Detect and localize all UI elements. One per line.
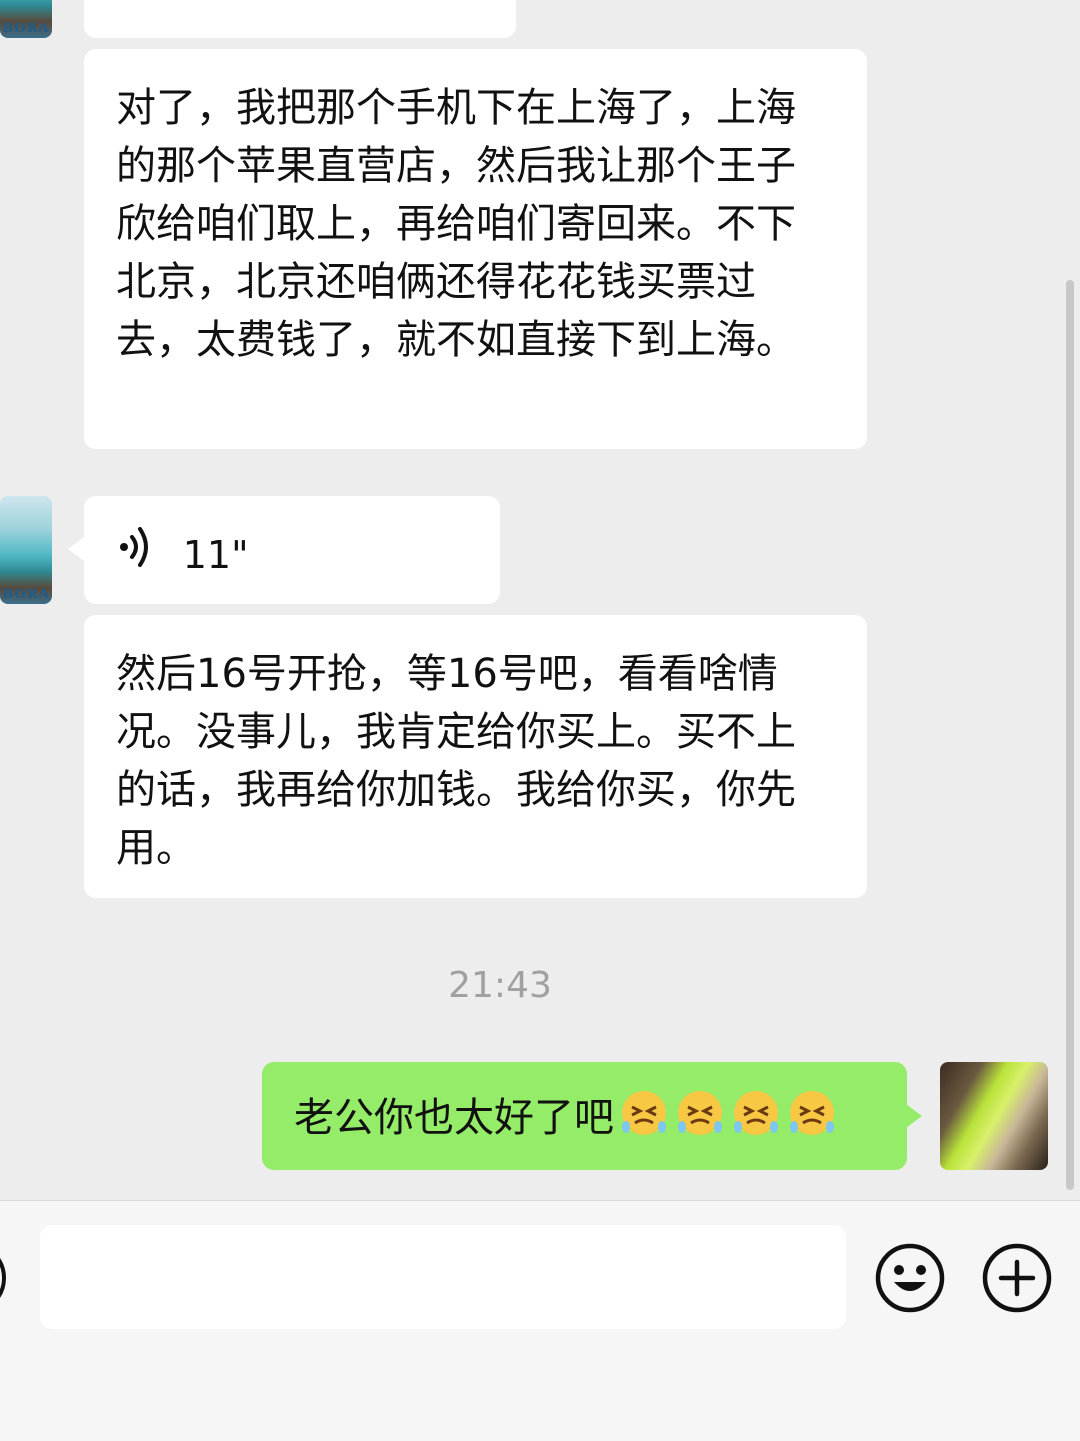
message-bubble-incoming[interactable]: 对了，我把那个手机下在上海了，上海的那个苹果直营店，然后我让那个王子欣给咱们取上… xyxy=(84,49,867,449)
input-bar xyxy=(0,1200,1080,1441)
avatar-label: BORA xyxy=(2,21,50,36)
message-bubble-partial[interactable] xyxy=(84,0,516,38)
voice-duration: 11" xyxy=(182,533,249,577)
message-timestamp: 21:43 xyxy=(448,965,552,1006)
bubble-tail xyxy=(68,537,84,561)
message-text: 然后16号开抢，等16号吧，看看啥情况。没事儿，我肯定给你买上。买不上的话，我再… xyxy=(116,651,796,871)
sweat-emoji-icon xyxy=(790,1091,834,1135)
message-bubble-outgoing[interactable]: 老公你也太好了吧 xyxy=(262,1062,907,1170)
contact-avatar[interactable]: BORA xyxy=(0,0,52,38)
scrollbar[interactable] xyxy=(1066,280,1074,1190)
sweat-emoji-icon xyxy=(622,1091,666,1135)
avatar-label: BORA xyxy=(2,587,50,602)
message-text: 老公你也太好了吧 xyxy=(294,1095,614,1141)
emoji-group xyxy=(614,1091,838,1141)
message-bubble-incoming[interactable]: 然后16号开抢，等16号吧，看看啥情况。没事儿，我肯定给你买上。买不上的话，我再… xyxy=(84,615,867,898)
sweat-emoji-icon xyxy=(678,1091,722,1135)
message-text: 对了，我把那个手机下在上海了，上海的那个苹果直营店，然后我让那个王子欣给咱们取上… xyxy=(116,85,796,363)
message-input[interactable] xyxy=(40,1225,846,1329)
contact-avatar[interactable]: BORA xyxy=(0,496,52,604)
plus-circle-icon[interactable] xyxy=(981,1242,1053,1314)
chat-area: BORA 对了，我把那个手机下在上海了，上海的那个苹果直营店，然后我让那个王子欣… xyxy=(0,0,1080,1200)
voice-message-bubble[interactable]: 11" xyxy=(84,496,500,604)
emoji-smile-icon[interactable] xyxy=(874,1242,946,1314)
sweat-emoji-icon xyxy=(734,1091,778,1135)
user-avatar[interactable] xyxy=(940,1062,1048,1170)
keyboard-voice-icon[interactable] xyxy=(0,1243,14,1313)
voice-icon xyxy=(116,525,152,585)
bubble-tail xyxy=(906,1104,922,1128)
